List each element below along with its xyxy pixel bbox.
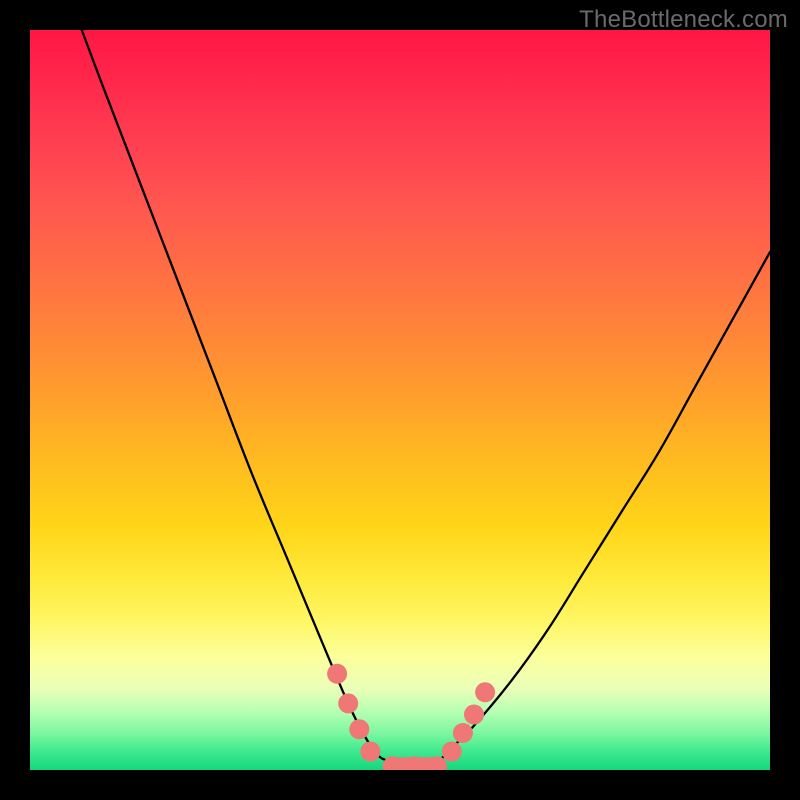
marker-group <box>327 664 495 770</box>
marker-dot <box>464 705 484 725</box>
marker-dot <box>442 742 462 762</box>
chart-frame: TheBottleneck.com <box>0 0 800 800</box>
marker-dot <box>453 723 473 743</box>
marker-dot <box>360 742 380 762</box>
marker-dot <box>349 719 369 739</box>
bottleneck-curve <box>82 30 770 770</box>
plot-area <box>30 30 770 770</box>
curve-svg <box>30 30 770 770</box>
marker-dot <box>475 682 495 702</box>
marker-dot <box>338 693 358 713</box>
marker-dot <box>327 664 347 684</box>
